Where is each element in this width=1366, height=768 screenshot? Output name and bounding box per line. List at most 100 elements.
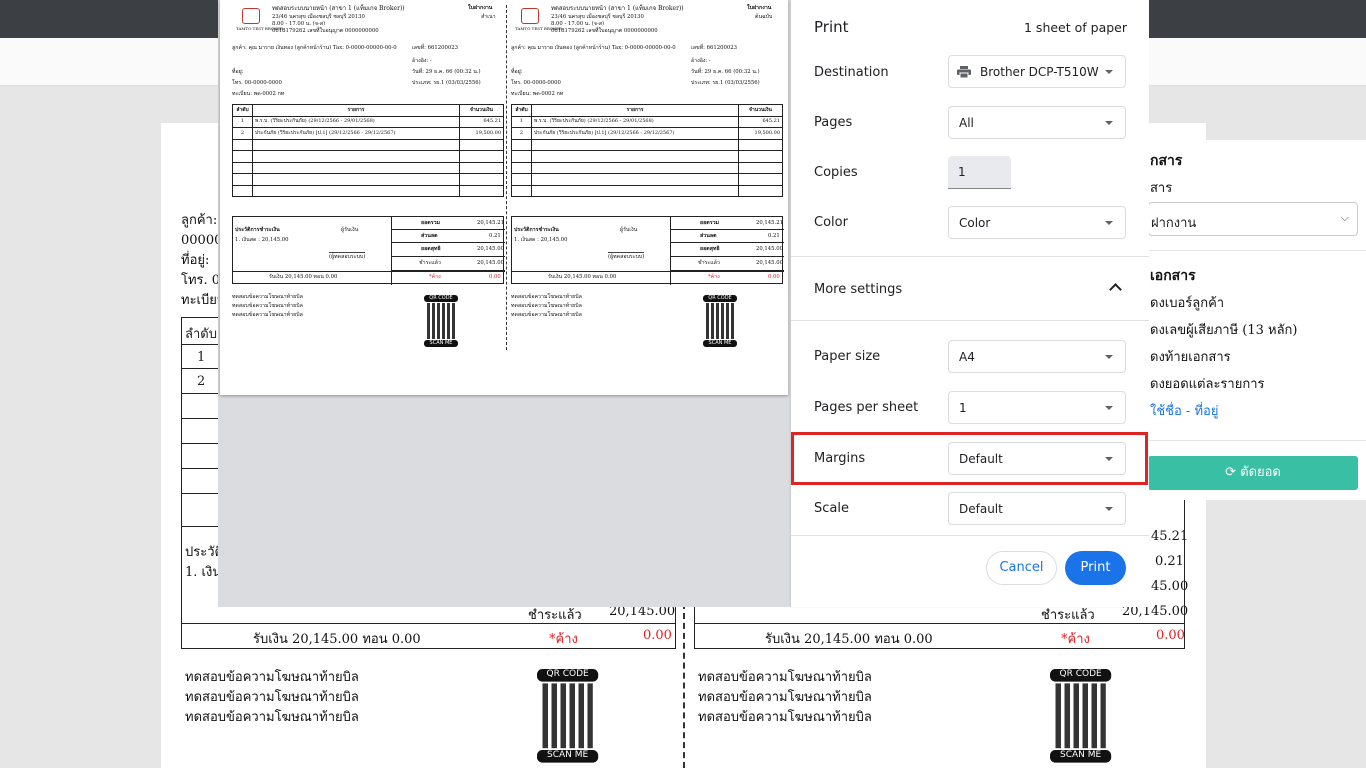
chevron-up-icon[interactable]	[1109, 283, 1122, 296]
ad-line: ทดสอบข้อความโฆษณาท้ายบิล	[511, 294, 582, 300]
scale-select[interactable]: Default	[948, 492, 1126, 525]
chevron-down-icon	[1105, 121, 1113, 125]
margins-highlight-box	[791, 432, 1148, 485]
qr-label: SCAN ME	[537, 750, 599, 763]
copies-value: 1	[958, 165, 966, 179]
side-option-item-total[interactable]: ดงยอดแต่ละรายการ	[1150, 373, 1264, 394]
side-link-name-address[interactable]: ใช้ชื่อ - ที่อยู่	[1150, 400, 1218, 421]
net-value: 20,145.00	[756, 246, 783, 252]
qr-code: QR CODE SCAN ME	[424, 295, 458, 347]
side-option-footer[interactable]: ดงท้ายเอกสาร	[1150, 346, 1231, 367]
bg-ad: ทดสอบข้อความโฆษณาท้ายบิล	[185, 670, 359, 685]
bg-r-total: 45.21	[1151, 529, 1189, 544]
paper-size-label: Paper size	[814, 349, 881, 364]
qr-label: QR CODE	[424, 295, 458, 302]
bg-col-header: ลำดับ	[185, 327, 217, 342]
bg-r-paid-label: ชำระแล้ว	[1041, 608, 1095, 623]
side-doc-type-select[interactable]: ฝากงาน ⌵	[1148, 202, 1358, 236]
sheet-count: 1 sheet of paper	[1024, 20, 1127, 35]
printer-icon	[957, 66, 971, 78]
bg-ad: ทดสอบข้อความโฆษณาท้ายบิล	[698, 690, 872, 705]
pages-per-sheet-value: 1	[959, 401, 967, 415]
pages-value: All	[959, 116, 974, 130]
more-settings-toggle[interactable]: More settings	[814, 282, 902, 297]
col-amount: จำนวนเงิน	[459, 104, 504, 117]
ad-line: ทดสอบข้อความโฆษณาท้ายบิล	[232, 312, 303, 318]
net-label: ยอดสุทธิ	[421, 246, 441, 252]
cut-balance-label: ตัดยอด	[1240, 465, 1281, 480]
due-value: 0.00	[768, 274, 780, 280]
side-heading-doc: กสาร	[1150, 153, 1183, 169]
bg-r-disc: 0.21	[1155, 554, 1184, 569]
table-row: 2 ประกันภัย (วิริยะประกันภัย) [ป.1] (29/1…	[232, 127, 504, 140]
total-label: ยอดรวม	[700, 220, 720, 226]
logo-icon	[521, 8, 539, 24]
paper-size-select[interactable]: A4	[948, 340, 1126, 373]
doc-sub: สำเนา	[481, 14, 496, 20]
ref-line: อ้างอิง: -	[691, 58, 711, 64]
receipt-copy-right: TAMTO TEST BROKER ทดสอบระบบนายหน้า (สาขา…	[511, 0, 784, 395]
doc-number: เลขที่: 661200023	[691, 45, 737, 51]
customer-line: ลูกค้า: คุณ มาราย เงินทอง (ลูกค้าหน้าร้า…	[232, 45, 397, 51]
chevron-down-icon	[1105, 70, 1113, 74]
copies-label: Copies	[814, 165, 858, 180]
paid-label: ชำระแล้ว	[419, 260, 441, 266]
preview-sheet: TAMTO TEST BROKER ทดสอบระบบนายหน้า (สาขา…	[220, 0, 788, 395]
bg-r-due-label: *ค้าง	[1061, 632, 1090, 647]
divider	[791, 256, 1149, 257]
plate-line: ทะเบียน: พด-0002 กท	[232, 91, 285, 97]
paper-size-value: A4	[959, 350, 975, 364]
color-select[interactable]: Color	[948, 206, 1126, 239]
tel-line: โทร. 00-0000-0000	[232, 80, 282, 86]
bg-qr-code-left: QR CODE SCAN ME	[537, 669, 599, 763]
total-value: 20,145.21	[477, 220, 504, 226]
chevron-down-icon	[1105, 507, 1113, 511]
print-button[interactable]: Print	[1065, 551, 1126, 585]
qr-label: QR CODE	[537, 669, 599, 682]
doc-type: ใบฝากงาน	[468, 5, 493, 11]
scale-value: Default	[959, 502, 1003, 516]
bg-r-net: 45.00	[1151, 579, 1189, 594]
discount-label: ส่วนลด	[700, 233, 717, 239]
payer-label: (ผู้ทดสอบระบบ)	[608, 252, 645, 260]
col-no: ลำดับ	[511, 104, 532, 117]
due-label: *ค้าง	[708, 274, 720, 280]
qr-label: QR CODE	[1050, 669, 1112, 682]
col-item: รายการ	[252, 104, 460, 117]
doc-type: ใบฝากงาน	[747, 5, 772, 11]
ad-line: ทดสอบข้อความโฆษณาท้ายบิล	[232, 294, 303, 300]
qr-icon	[1055, 683, 1106, 749]
due-label: *ค้าง	[429, 274, 441, 280]
col-item: รายการ	[531, 104, 739, 117]
divider	[791, 320, 1149, 321]
items-table: ลำดับ รายการ จำนวนเงิน 1 พ.ร.บ. (วิริยะประก…	[232, 104, 504, 197]
color-label: Color	[814, 215, 848, 230]
qr-label: SCAN ME	[703, 340, 737, 347]
chevron-down-icon	[1105, 221, 1113, 225]
cancel-button[interactable]: Cancel	[986, 551, 1057, 585]
received-line: รับเงิน 20,145.00 ทอน 0.00	[548, 274, 617, 280]
pages-select[interactable]: All	[948, 106, 1126, 139]
received-line: รับเงิน 20,145.00 ทอน 0.00	[269, 274, 338, 280]
destination-label: Destination	[814, 65, 889, 80]
company-phone: 0618179262 เลขที่ใบอนุญาต 0000000000	[272, 28, 379, 34]
table-row: 1 พ.ร.บ. (วิริยะประกันภัย) (29/12/2566 - …	[511, 115, 783, 128]
side-option-tax-id[interactable]: ดงเลขผู้เสียภาษี (13 หลัก)	[1150, 319, 1298, 340]
chevron-down-icon: ⌵	[1340, 211, 1349, 224]
bg-separator	[683, 603, 685, 768]
date-line: วันที่: 29 ธ.ค. 66 (00:32 น.)	[691, 69, 760, 75]
destination-select[interactable]: Brother DCP-T510W	[948, 55, 1126, 88]
pages-per-sheet-select[interactable]: 1	[948, 391, 1126, 424]
destination-value: Brother DCP-T510W	[980, 65, 1099, 79]
side-sub-label: สาร	[1150, 181, 1173, 196]
cut-balance-button[interactable]: ⟳ ตัดยอด	[1148, 456, 1358, 490]
side-option-customer-phone[interactable]: ดงเบอร์ลูกค้า	[1150, 292, 1224, 313]
bg-ads-right: ทดสอบข้อความโฆษณาท้ายบิล ทดสอบข้อความโฆษ…	[698, 668, 872, 728]
qr-icon	[706, 303, 734, 339]
pages-label: Pages	[814, 115, 853, 130]
discount-label: ส่วนลด	[421, 233, 438, 239]
copies-input[interactable]: 1	[948, 156, 1011, 189]
col-amount: จำนวนเงิน	[738, 104, 783, 117]
scale-label: Scale	[814, 501, 849, 516]
customer-line: ลูกค้า: คุณ มาราย เงินทอง (ลูกค้าหน้าร้า…	[511, 45, 676, 51]
